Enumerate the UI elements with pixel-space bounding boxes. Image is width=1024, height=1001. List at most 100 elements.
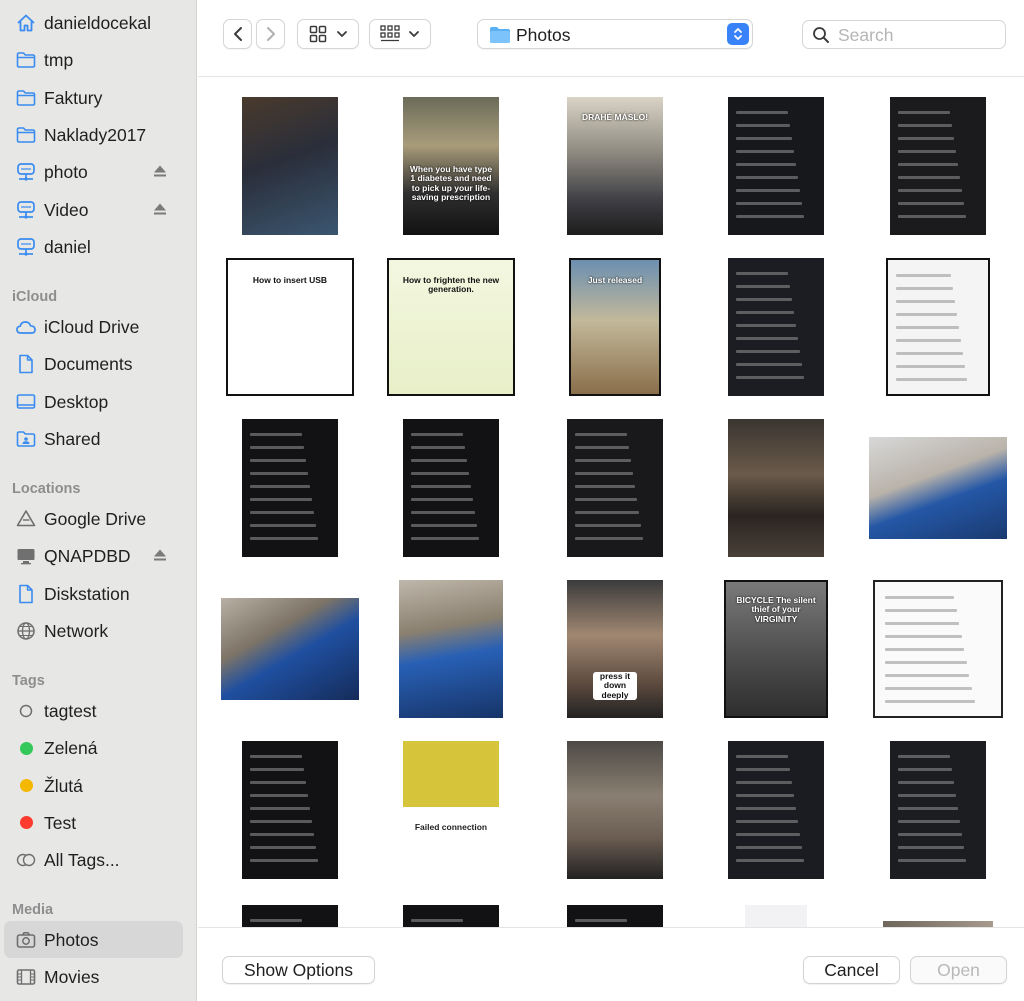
photo-thumbnail[interactable] [242, 97, 338, 235]
photo-thumbnail[interactable] [890, 741, 986, 879]
thumbnail-detail [896, 339, 961, 342]
photo-thumbnail[interactable] [728, 741, 824, 879]
photo-thumbnail[interactable]: DRAHÉ MÁSLO! [567, 97, 663, 235]
sidebar-item-desktop[interactable]: Desktop [4, 383, 183, 420]
thumbnail-detail [574, 511, 639, 514]
sidebar-item-photos[interactable]: Photos [4, 921, 183, 958]
sidebar-item-label: Desktop [44, 391, 109, 412]
photo-thumbnail[interactable]: How to insert USB [226, 258, 354, 396]
bottom-bar: Show Options Cancel Open [198, 927, 1024, 1001]
thumbnail-detail [735, 363, 802, 366]
sidebar-item-zelena[interactable]: Zelená [4, 729, 183, 766]
eject-icon[interactable] [152, 163, 168, 179]
thumbnail-detail [735, 215, 804, 218]
sidebar-item-documents[interactable]: Documents [4, 345, 183, 382]
photo-caption: Failed connection [414, 822, 488, 832]
eject-icon[interactable] [152, 547, 168, 563]
thumbnail-detail [897, 176, 961, 179]
thumbnail-detail [735, 794, 795, 797]
sidebar-item-movies[interactable]: Movies [4, 958, 183, 995]
sidebar-item-icloud-drive[interactable]: iCloud Drive [4, 308, 183, 345]
show-options-button[interactable]: Show Options [222, 956, 375, 984]
photo-thumbnail[interactable]: Just released [569, 258, 661, 396]
sidebar-item-label: danieldocekal [44, 13, 152, 33]
sidebar-item-tmp[interactable]: tmp [4, 41, 183, 78]
sidebar-item-daniel[interactable]: daniel [4, 228, 183, 265]
thumbnail-detail [249, 472, 309, 475]
photo-thumbnail[interactable]: press it down deeply [567, 580, 663, 718]
photo-thumbnail[interactable] [399, 580, 503, 718]
sidebar-item-faktury[interactable]: Faktury [4, 79, 183, 116]
home-icon [15, 12, 37, 34]
back-button[interactable] [223, 19, 252, 49]
sidebar-item-network[interactable]: Network [4, 612, 183, 649]
thumbnail-detail [249, 919, 303, 922]
view-mode-button[interactable] [297, 19, 359, 49]
photo-thumbnail[interactable] [221, 598, 359, 700]
thumbnail-detail [885, 648, 965, 651]
thumbnail-detail [574, 485, 636, 488]
sidebar-item-video[interactable]: Video [4, 191, 183, 228]
sidebar-item-shared[interactable]: Shared [4, 420, 183, 457]
thumbnail-detail [885, 661, 967, 664]
sidebar-item-label: Movies [44, 967, 100, 988]
search-field[interactable] [802, 20, 1006, 49]
sidebar-item-zluta[interactable]: Žlutá [4, 767, 183, 804]
photo-thumbnail[interactable]: BICYCLE The silent thief of your VIRGINI… [724, 580, 828, 718]
forward-button[interactable] [256, 19, 285, 49]
thumbnail-detail [735, 859, 804, 862]
search-input[interactable] [838, 24, 998, 46]
photo-thumbnail[interactable] [403, 419, 499, 557]
photo-thumbnail[interactable] [886, 258, 990, 396]
tag-color-icon [15, 737, 37, 759]
photo-thumbnail[interactable]: When you have type 1 diabetes and need t… [403, 97, 499, 235]
sidebar-item-label: All Tags... [44, 850, 120, 871]
sidebar-item-diskstation[interactable]: Diskstation [4, 575, 183, 612]
thumbnail-detail [897, 163, 959, 166]
photo-thumbnail[interactable] [728, 97, 824, 235]
photo-thumbnail[interactable] [728, 419, 824, 557]
desktop-icon [15, 391, 37, 413]
photo-thumbnail[interactable] [242, 741, 338, 879]
thumbnail-detail [249, 846, 316, 849]
sidebar-item-google-drive[interactable]: Google Drive [4, 500, 183, 537]
display-icon [15, 545, 37, 567]
thumbnail-detail [410, 524, 477, 527]
photo-thumbnail[interactable] [242, 419, 338, 557]
location-popup[interactable]: Photos [477, 19, 753, 49]
photo-thumbnail[interactable] [873, 580, 1003, 718]
sidebar-item-all-tags[interactable]: All Tags... [4, 841, 183, 878]
photo-thumbnail[interactable] [567, 741, 663, 879]
photo-thumbnail[interactable] [728, 258, 824, 396]
photo-thumbnail[interactable] [567, 419, 663, 557]
sidebar-item-danieldocekal[interactable]: danieldocekal [4, 4, 183, 41]
sidebar-item-label: Naklady2017 [44, 124, 147, 145]
thumbnail-detail [885, 596, 955, 599]
photo-caption: DRAHÉ MÁSLO! [581, 112, 649, 122]
sidebar-item-photo[interactable]: photo [4, 153, 183, 190]
sidebar-item-test[interactable]: Test [4, 804, 183, 841]
group-by-button[interactable] [369, 19, 431, 49]
photo-thumbnail[interactable] [745, 905, 807, 927]
thumbnail-detail [896, 378, 967, 381]
sidebar-item-naklady2017[interactable]: Naklady2017 [4, 116, 183, 153]
photo-thumbnail[interactable]: How to frighten the new generation. [387, 258, 515, 396]
photo-thumbnail[interactable]: Failed connection [403, 741, 499, 879]
sidebar-item-qnapdbd[interactable]: QNAPDBD [4, 537, 183, 574]
cancel-button[interactable]: Cancel [803, 956, 900, 984]
thumbnail-detail [896, 326, 959, 329]
photo-thumbnail[interactable] [242, 905, 338, 927]
sidebar-item-label: Žlutá [44, 775, 83, 796]
photo-thumbnail[interactable] [890, 97, 986, 235]
open-button[interactable]: Open [910, 956, 1007, 984]
photo-thumbnail[interactable] [403, 905, 499, 927]
photo-caption: How to insert USB [252, 275, 328, 285]
thumbnail-detail [249, 755, 303, 758]
photo-thumbnail[interactable] [869, 437, 1007, 539]
thumbnail-detail [735, 846, 802, 849]
eject-icon[interactable] [152, 201, 168, 217]
sidebar-item-tagtest[interactable]: tagtest [4, 692, 183, 729]
thumbnail-detail [574, 433, 628, 436]
film-icon [15, 966, 37, 988]
photo-thumbnail[interactable] [567, 905, 663, 927]
